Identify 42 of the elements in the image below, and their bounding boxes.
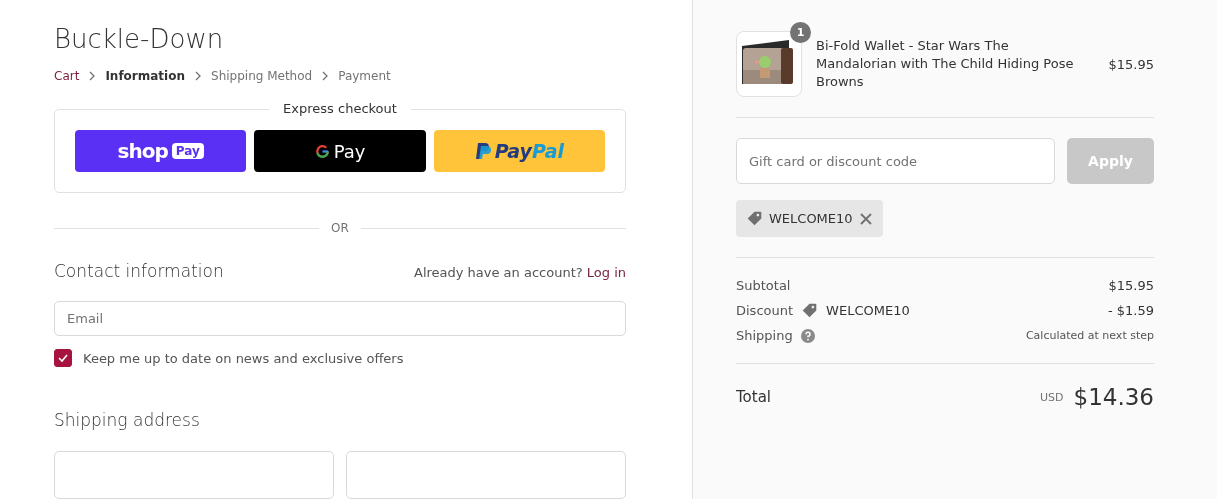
discount-code: WELCOME10: [769, 211, 853, 226]
shop-pay-button[interactable]: shop Pay: [75, 130, 247, 172]
total-amount: $14.36: [1073, 384, 1154, 410]
checkbox-label: Keep me up to date on news and exclusive offers: [83, 350, 404, 366]
product-price: $15.95: [1108, 56, 1154, 72]
login-link[interactable]: Log in: [586, 265, 626, 280]
discount-code: WELCOME10: [826, 303, 910, 318]
google-pay-button[interactable]: Pay: [254, 130, 426, 172]
help-icon[interactable]: [800, 328, 815, 343]
section-heading: Contact information: [54, 261, 224, 281]
product-name: Bi-Fold Wallet - Star Wars The Mandalorian with The Child Hiding Pose Browns: [816, 37, 1075, 91]
store-name: Buckle-Down: [54, 24, 224, 54]
checkbox[interactable]: [54, 349, 72, 367]
currency-code: USD: [1040, 390, 1064, 404]
discount-code-field[interactable]: Gift card or discount code: [736, 138, 1055, 184]
account-prompt: Already have an account? Log in: [414, 265, 626, 280]
chevron-icon: [193, 71, 203, 81]
breadcrumb-link[interactable]: Cart: [54, 69, 80, 83]
discount-value: - $1.59: [1107, 303, 1154, 318]
tag-icon: [801, 302, 819, 319]
paypal-p-icon: [474, 142, 491, 160]
express-checkout-title: Express checkout: [269, 101, 411, 116]
close-icon[interactable]: [858, 211, 873, 226]
breadcrumb-item: Shipping Method: [211, 69, 313, 83]
quantity-badge: 1: [790, 22, 811, 43]
shipping-label: Shipping: [736, 328, 793, 343]
breadcrumb-item: Information: [105, 69, 185, 83]
g-icon: [314, 143, 330, 159]
discount-label: Discount: [736, 303, 794, 318]
input-field[interactable]: [346, 451, 626, 499]
total-label: Total: [736, 388, 772, 406]
subtotal-label: Subtotal: [736, 278, 791, 293]
breadcrumb-item: Payment: [338, 69, 391, 83]
tag-icon: [746, 210, 763, 227]
or-divider-label: OR: [331, 221, 349, 235]
section-heading: Shipping address: [54, 410, 200, 430]
check-icon: [57, 352, 69, 364]
email-field[interactable]: Email: [54, 301, 626, 336]
subtotal-value: $15.95: [1108, 278, 1154, 293]
shipping-value: Calculated at next step: [1025, 329, 1154, 342]
input-field[interactable]: [54, 451, 334, 499]
paypal-button[interactable]: PayPal: [433, 130, 605, 172]
